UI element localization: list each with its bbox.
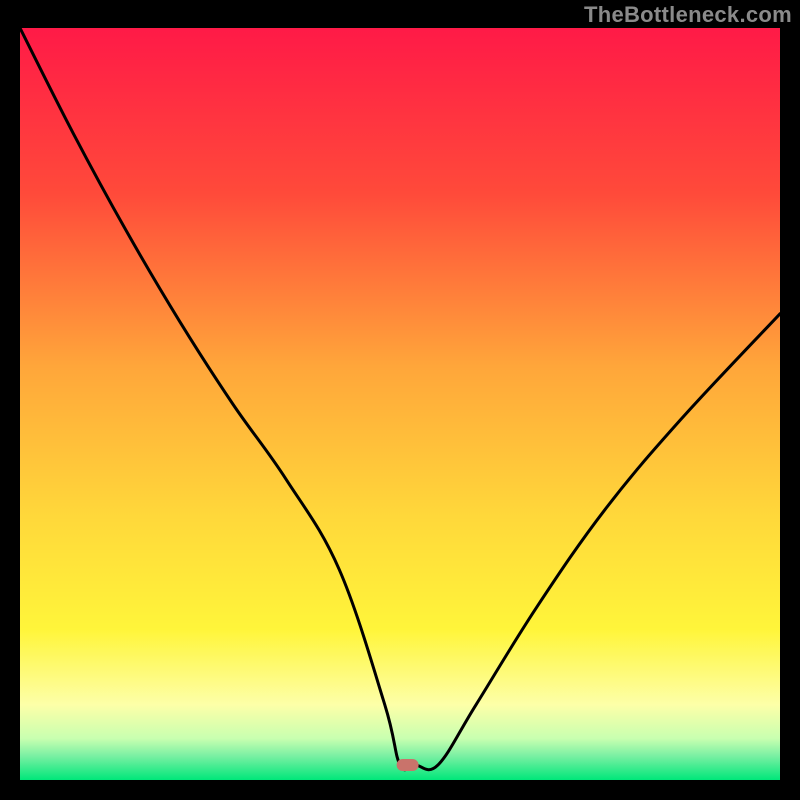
plot-background <box>20 28 780 780</box>
bottleneck-chart <box>0 0 800 800</box>
optimal-marker <box>397 759 419 771</box>
watermark-text: TheBottleneck.com <box>584 2 792 28</box>
chart-frame: TheBottleneck.com <box>0 0 800 800</box>
